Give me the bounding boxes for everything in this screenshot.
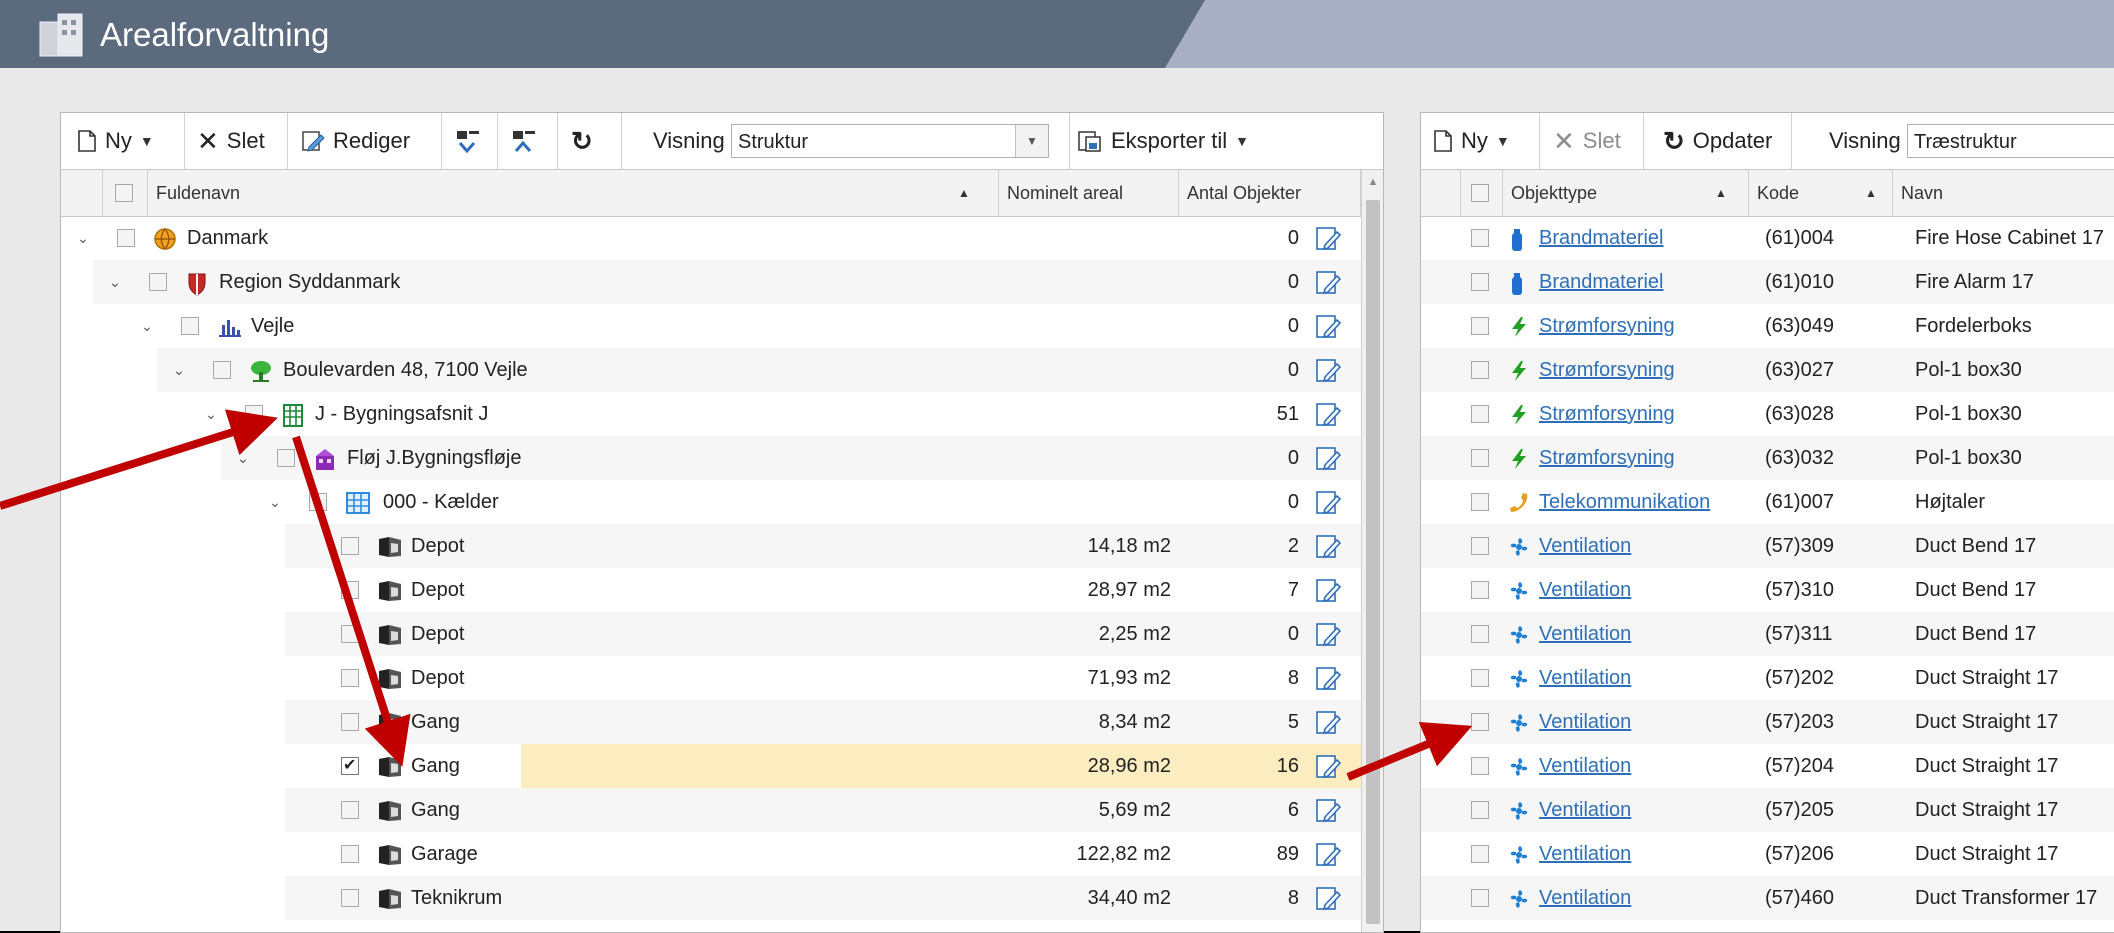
arrow-to-objects <box>1346 721 1473 781</box>
arrow-to-gang <box>292 435 411 767</box>
annotation-arrows <box>0 409 1473 781</box>
app-window: Arealforvaltning Ny ▼ ✕ Slet Rediger ↻ V… <box>0 0 2114 933</box>
arrow-to-building <box>0 409 278 510</box>
